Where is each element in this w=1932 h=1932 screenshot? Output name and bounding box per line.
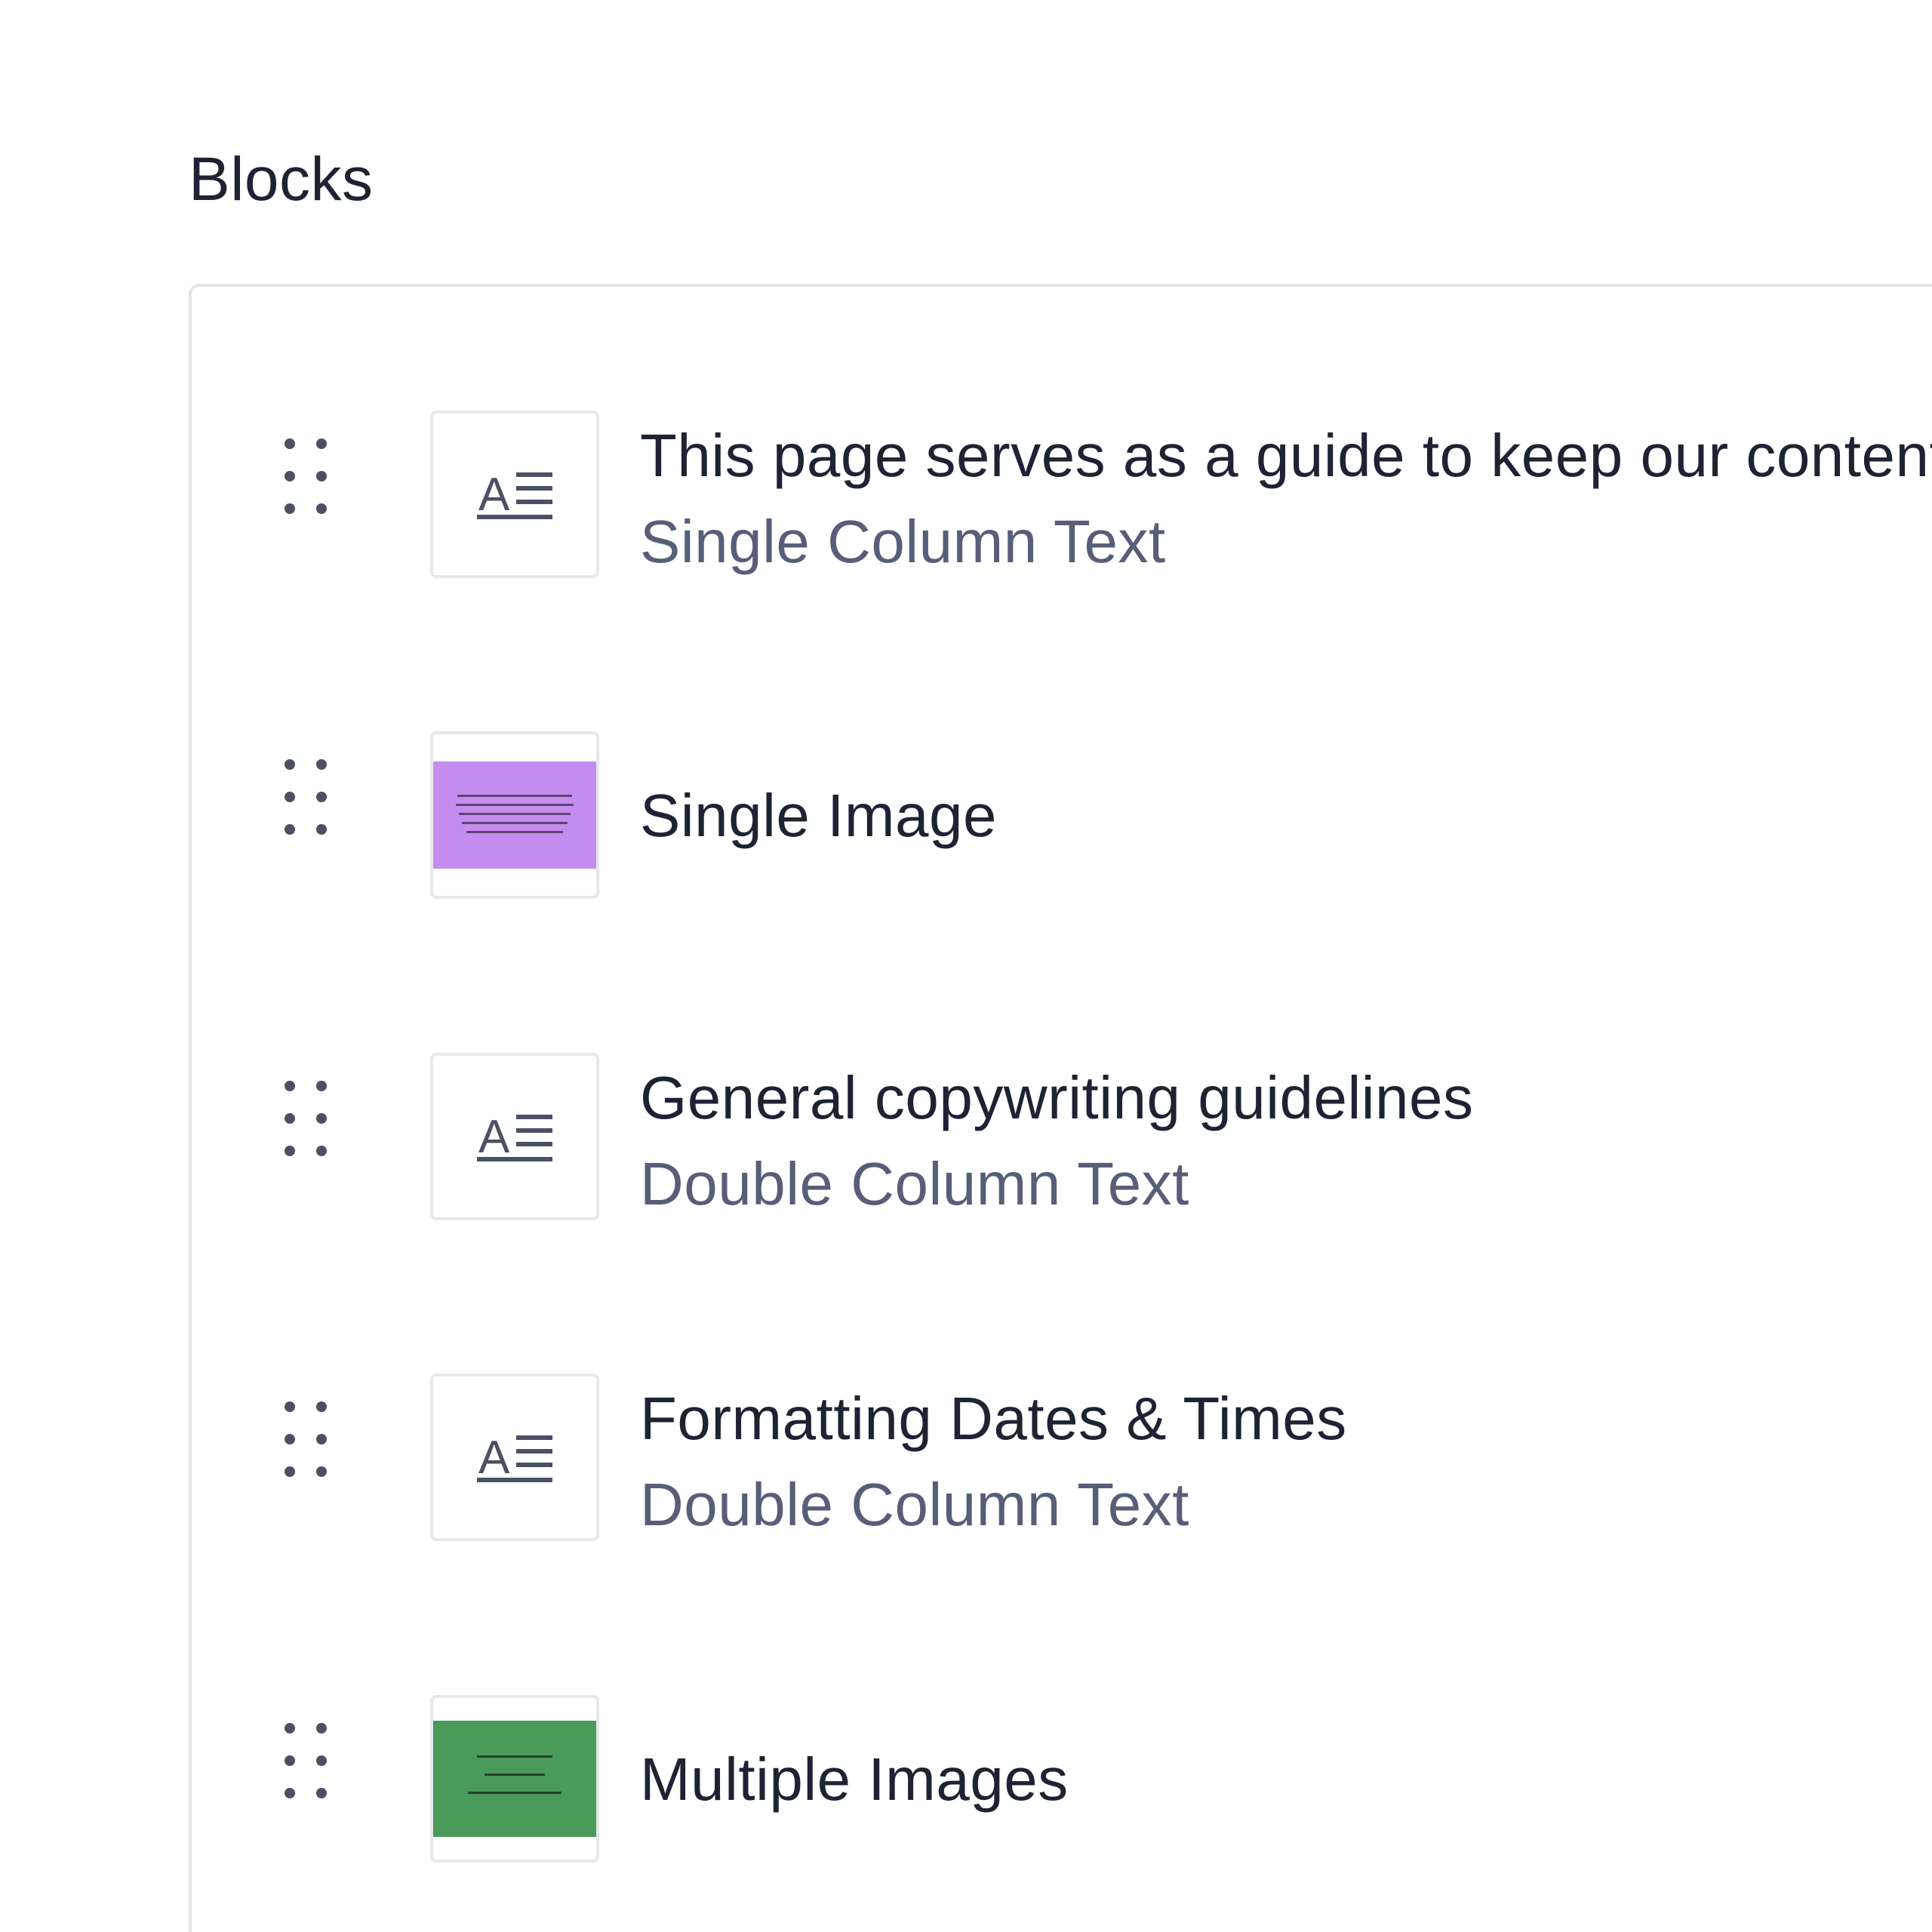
block-title: Single Image [640, 782, 997, 849]
block-text: Multiple Images [640, 1660, 1932, 1897]
block-title: General copywriting guidelines [640, 1064, 1474, 1131]
block-row[interactable]: Multiple Images [192, 1660, 1932, 1863]
block-row[interactable]: A Formatting Dates & Times Double Column… [192, 1339, 1932, 1541]
svg-text:A: A [478, 1432, 510, 1484]
drag-handle-icon[interactable] [279, 1398, 332, 1481]
svg-text:A: A [478, 1111, 510, 1163]
drag-handle-icon[interactable] [279, 435, 332, 518]
block-thumbnail: A [430, 411, 599, 578]
block-thumbnail: A [430, 1053, 599, 1220]
image-thumbnail [433, 1721, 596, 1837]
drag-handle-icon[interactable] [279, 1719, 332, 1802]
block-row[interactable]: A General copywriting guidelines Double … [192, 1018, 1932, 1220]
svg-text:A: A [478, 469, 510, 521]
block-type: Single Column Text [640, 508, 1166, 575]
drag-handle-icon[interactable] [279, 1077, 332, 1160]
block-text: This page serves as a guide to keep our … [640, 376, 1932, 613]
block-thumbnail [430, 731, 599, 899]
block-thumbnail [430, 1695, 599, 1863]
block-title: This page serves as a guide to keep our … [640, 422, 1932, 489]
block-text: Single Image [640, 697, 1932, 934]
text-block-icon: A [477, 469, 552, 521]
text-block-icon: A [477, 1111, 552, 1163]
block-thumbnail: A [430, 1374, 599, 1541]
block-row[interactable]: A This page serves as a guide to keep ou… [192, 376, 1932, 578]
text-block-icon: A [477, 1432, 552, 1484]
block-type: Double Column Text [640, 1471, 1189, 1538]
block-text: General copywriting guidelines Double Co… [640, 1018, 1932, 1255]
block-text: Formatting Dates & Times Double Column T… [640, 1339, 1932, 1576]
block-title: Formatting Dates & Times [640, 1385, 1347, 1452]
page: Blocks A This page serves as a guide to … [0, 0, 1932, 1932]
block-title: Multiple Images [640, 1746, 1069, 1813]
blocks-panel: A This page serves as a guide to keep ou… [189, 284, 1932, 1932]
section-title: Blocks [189, 145, 374, 214]
image-thumbnail [433, 761, 596, 869]
drag-handle-icon[interactable] [279, 755, 332, 838]
block-row[interactable]: Single Image [192, 697, 1932, 899]
block-type: Double Column Text [640, 1150, 1189, 1217]
